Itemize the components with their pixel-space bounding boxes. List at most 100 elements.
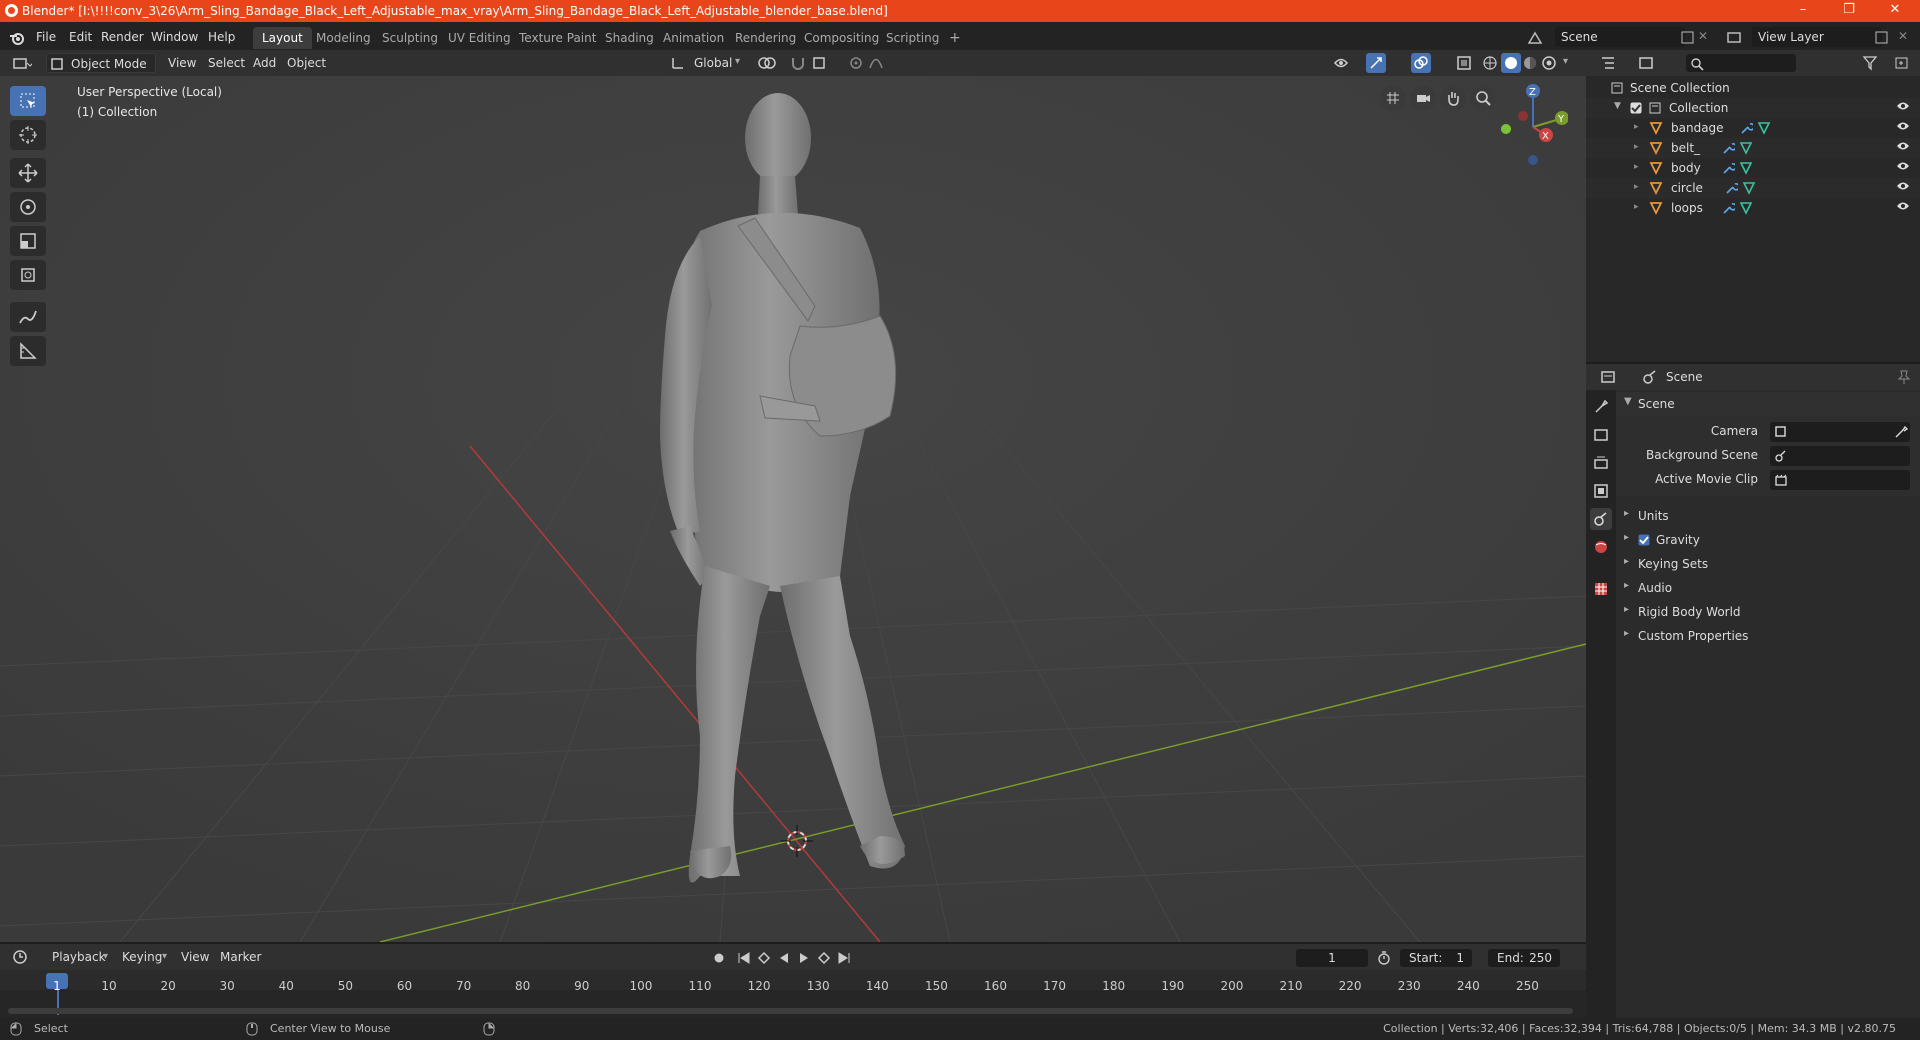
- outliner-collection[interactable]: ▼ Collection: [1586, 98, 1920, 118]
- properties-editor-type-icon[interactable]: [1600, 369, 1624, 385]
- outliner-object-row[interactable]: ▸ belt_: [1586, 138, 1920, 158]
- menu-add[interactable]: Add: [247, 53, 282, 73]
- units-panel-header[interactable]: ▸ Units: [1616, 504, 1920, 528]
- toggle-grid-view-button[interactable]: [1380, 85, 1406, 111]
- tab-shading[interactable]: Shading: [596, 27, 663, 49]
- wireframe-shading-icon[interactable]: [1482, 55, 1498, 71]
- expand-triangle-icon[interactable]: ▸: [1634, 202, 1639, 212]
- eye-icon[interactable]: [1896, 141, 1910, 151]
- expand-triangle-icon[interactable]: ▸: [1634, 142, 1639, 152]
- menu-timeline-view[interactable]: View: [175, 947, 215, 967]
- menu-edit[interactable]: Edit: [69, 30, 92, 44]
- timeline-scrollbar[interactable]: [8, 1008, 1573, 1014]
- tab-texture-paint[interactable]: Texture Paint: [510, 27, 605, 49]
- pin-icon[interactable]: [1896, 369, 1912, 385]
- menu-object[interactable]: Object: [281, 53, 332, 73]
- eye-icon[interactable]: [1896, 181, 1910, 191]
- shading-options-chevron-icon[interactable]: ▾: [1563, 56, 1568, 67]
- scene-panel-header[interactable]: ▼ Scene: [1616, 392, 1920, 416]
- maximize-button[interactable]: ❐: [1826, 0, 1872, 22]
- tab-scene[interactable]: [1590, 508, 1612, 530]
- add-workspace-button[interactable]: +: [940, 27, 970, 49]
- menu-select[interactable]: Select: [202, 53, 251, 73]
- stopwatch-icon[interactable]: [1376, 950, 1392, 966]
- previous-keyframe-icon[interactable]: [756, 950, 772, 966]
- eye-icon[interactable]: [1896, 121, 1910, 131]
- material-preview-shading-icon[interactable]: [1522, 55, 1538, 71]
- select-box-tool[interactable]: [10, 86, 46, 116]
- custom-properties-panel-header[interactable]: ▸ Custom Properties: [1616, 624, 1920, 648]
- annotate-tool[interactable]: [10, 302, 46, 332]
- next-keyframe-icon[interactable]: [816, 950, 832, 966]
- minimize-button[interactable]: –: [1780, 0, 1826, 22]
- play-reverse-icon[interactable]: [776, 950, 792, 966]
- end-frame-field[interactable]: End: 250: [1488, 949, 1560, 967]
- jump-to-start-icon[interactable]: [736, 950, 752, 966]
- measure-tool[interactable]: [10, 336, 46, 366]
- solid-shading-icon[interactable]: [1501, 53, 1521, 73]
- gravity-checkbox[interactable]: [1638, 534, 1650, 546]
- tab-sculpting[interactable]: Sculpting: [373, 27, 447, 49]
- transform-tool[interactable]: [10, 260, 46, 290]
- 3d-viewport[interactable]: User Perspective (Local) (1) Collection: [0, 76, 1586, 942]
- timeline-editor-type-icon[interactable]: [12, 949, 36, 965]
- display-mode-icon[interactable]: [1638, 55, 1662, 71]
- menu-marker[interactable]: Marker: [214, 947, 267, 967]
- pan-view-button[interactable]: [1440, 85, 1466, 111]
- gizmo-toggle-icon[interactable]: [1366, 53, 1390, 73]
- eye-icon[interactable]: [1896, 201, 1910, 211]
- move-tool[interactable]: [10, 158, 46, 188]
- keying-sets-panel-header[interactable]: ▸ Keying Sets: [1616, 552, 1920, 576]
- gravity-panel-header[interactable]: ▸ Gravity: [1616, 528, 1920, 552]
- record-icon[interactable]: [711, 950, 727, 966]
- tab-texture[interactable]: [1590, 578, 1612, 600]
- menu-render[interactable]: Render: [101, 30, 144, 44]
- eyedropper-icon[interactable]: [1894, 425, 1908, 439]
- menu-help[interactable]: Help: [208, 30, 235, 44]
- rendered-shading-icon[interactable]: [1541, 55, 1557, 71]
- eye-icon[interactable]: [1896, 101, 1910, 111]
- editor-type-icon[interactable]: [12, 55, 32, 71]
- collapse-triangle-icon[interactable]: ▼: [1614, 101, 1621, 111]
- remove-scene-icon[interactable]: ✕: [1698, 29, 1708, 43]
- audio-panel-header[interactable]: ▸ Audio: [1616, 576, 1920, 600]
- tab-uv-editing[interactable]: UV Editing: [439, 27, 520, 49]
- outliner-scene-collection[interactable]: Scene Collection: [1586, 78, 1920, 98]
- rotate-tool[interactable]: [10, 192, 46, 222]
- outliner-object-row[interactable]: ▸ loops: [1586, 198, 1920, 218]
- selectability-visibility-icon[interactable]: [1333, 55, 1363, 71]
- tab-modeling[interactable]: Modeling: [307, 27, 380, 49]
- proportional-falloff-icon[interactable]: [868, 55, 898, 71]
- eye-icon[interactable]: [1896, 161, 1910, 171]
- cursor-tool[interactable]: [10, 120, 46, 150]
- tab-scripting[interactable]: Scripting: [877, 27, 948, 49]
- jump-to-end-icon[interactable]: [836, 950, 852, 966]
- tab-layout[interactable]: Layout: [253, 27, 312, 49]
- overlays-toggle-icon[interactable]: [1411, 53, 1435, 73]
- outliner-object-row[interactable]: ▸ bandage: [1586, 118, 1920, 138]
- close-button[interactable]: ✕: [1872, 0, 1918, 22]
- tab-world[interactable]: [1590, 536, 1612, 558]
- menu-keying[interactable]: Keying: [116, 947, 168, 967]
- current-frame-field[interactable]: 1: [1296, 949, 1368, 967]
- view-layer-selector[interactable]: View Layer: [1752, 27, 1882, 47]
- outliner-editor-type-icon[interactable]: [1600, 55, 1624, 71]
- scale-tool[interactable]: [10, 226, 46, 256]
- start-frame-field[interactable]: Start: 1: [1400, 949, 1472, 967]
- rigid-body-world-panel-header[interactable]: ▸ Rigid Body World: [1616, 600, 1920, 624]
- outliner-object-row[interactable]: ▸ circle: [1586, 178, 1920, 198]
- new-scene-icon[interactable]: [1680, 30, 1696, 46]
- expand-triangle-icon[interactable]: ▸: [1634, 182, 1639, 192]
- tab-animation[interactable]: Animation: [654, 27, 733, 49]
- tab-tool[interactable]: [1590, 396, 1612, 418]
- tab-rendering[interactable]: Rendering: [726, 27, 805, 49]
- proportional-editing-icon[interactable]: [848, 55, 864, 71]
- transform-orientation-dropdown[interactable]: Global: [688, 53, 738, 73]
- filter-icon[interactable]: [1862, 55, 1886, 71]
- new-collection-icon[interactable]: [1894, 55, 1910, 71]
- camera-view-button[interactable]: [1410, 85, 1436, 111]
- menu-file[interactable]: File: [36, 30, 56, 44]
- menu-view[interactable]: View: [162, 53, 202, 73]
- navigation-gizmo[interactable]: Z Y X: [1488, 82, 1568, 168]
- outliner-object-row[interactable]: ▸ body: [1586, 158, 1920, 178]
